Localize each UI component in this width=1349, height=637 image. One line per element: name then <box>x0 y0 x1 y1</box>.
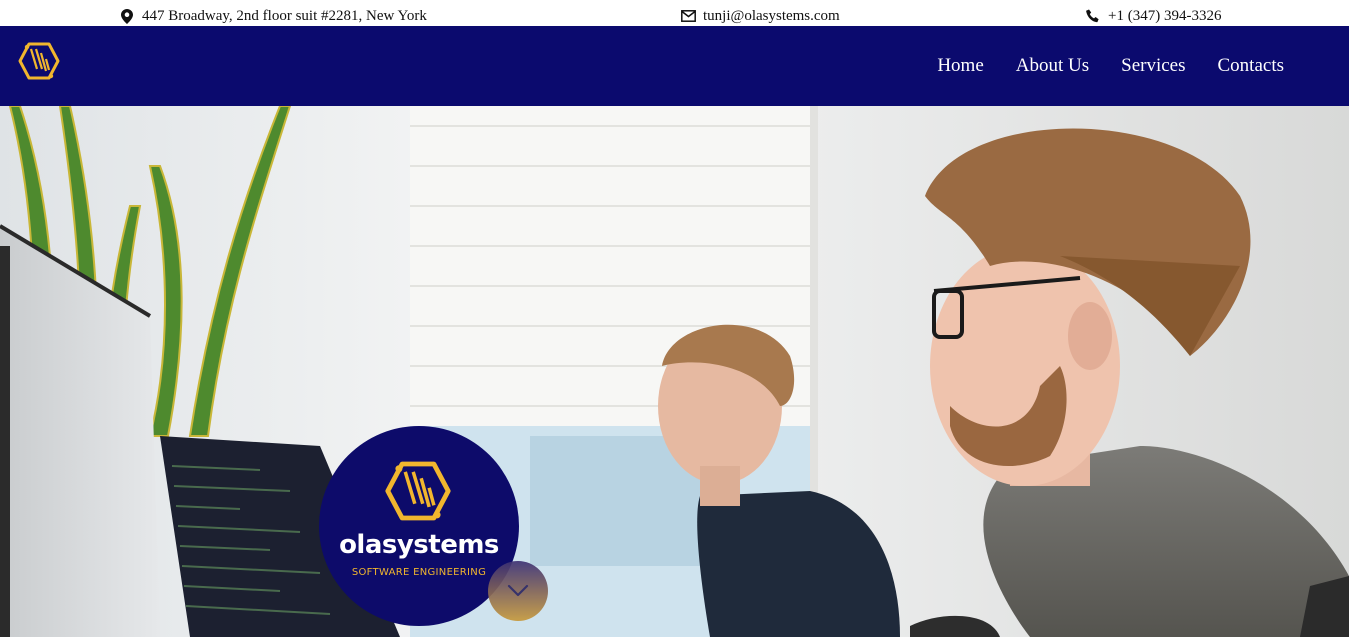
chevron-down-icon <box>507 584 529 597</box>
phone-text[interactable]: +1 (347) 394-3326 <box>1108 8 1221 25</box>
envelope-icon <box>680 8 696 24</box>
map-pin-icon <box>119 8 135 24</box>
brand-tagline: SOFTWARE ENGINEERING <box>351 567 487 578</box>
contact-info-bar: 447 Broadway, 2nd floor suit #2281, New … <box>0 0 1349 26</box>
nav-contacts[interactable]: Contacts <box>1218 55 1285 77</box>
nav-about-us[interactable]: About Us <box>1016 55 1089 77</box>
phone-info[interactable]: +1 (347) 394-3326 <box>1085 6 1221 26</box>
phone-icon <box>1085 8 1101 24</box>
nav-home[interactable]: Home <box>937 55 983 77</box>
olasystems-badge-logo-icon <box>385 461 451 521</box>
hero-section: olasystems SOFTWARE ENGINEERING <box>0 106 1349 637</box>
hero-background-photo <box>0 106 1349 637</box>
address-text: 447 Broadway, 2nd floor suit #2281, New … <box>142 7 427 24</box>
email-text[interactable]: tunji@olasystems.com <box>703 8 840 25</box>
scroll-down-button[interactable] <box>488 561 548 621</box>
olasystems-logo-icon[interactable] <box>17 39 61 83</box>
brand-name: olasystems <box>339 530 499 560</box>
email-info[interactable]: tunji@olasystems.com <box>680 6 840 26</box>
main-navbar: Home About Us Services Contacts <box>0 26 1349 106</box>
address-info: 447 Broadway, 2nd floor suit #2281, New … <box>119 6 427 26</box>
nav-menu: Home About Us Services Contacts <box>937 26 1284 106</box>
nav-services[interactable]: Services <box>1121 55 1185 77</box>
